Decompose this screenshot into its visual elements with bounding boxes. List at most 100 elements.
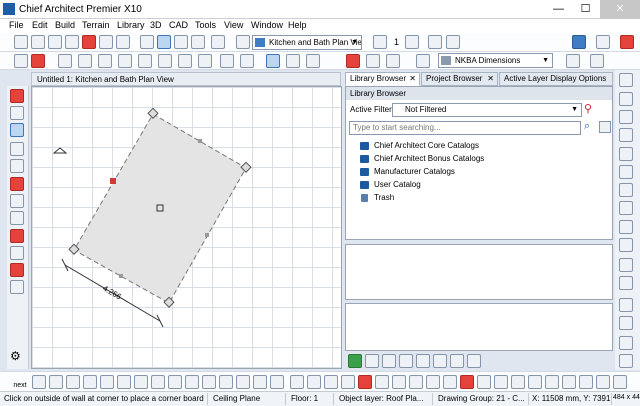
fit-icon[interactable] xyxy=(619,354,633,368)
room-icon[interactable] xyxy=(266,54,280,68)
pan-icon[interactable] xyxy=(619,165,633,179)
tab-library-browser[interactable]: Library Browser ✕ xyxy=(345,72,420,86)
magnify-icon[interactable] xyxy=(619,316,633,330)
list-item[interactable]: Chief Architect Bonus Catalogs xyxy=(360,153,484,166)
door-icon[interactable] xyxy=(78,54,92,68)
minimize-button[interactable]: — xyxy=(545,0,572,19)
text-style-icon[interactable] xyxy=(590,54,604,68)
elevation-icon[interactable] xyxy=(619,183,633,197)
plan-view-icon[interactable] xyxy=(157,35,171,49)
camera-icon[interactable] xyxy=(286,54,300,68)
menu-view[interactable]: View xyxy=(224,20,243,30)
next-button[interactable]: next xyxy=(10,373,30,390)
line-icon[interactable] xyxy=(158,54,172,68)
stretch-icon[interactable] xyxy=(375,375,389,389)
transform-icon[interactable] xyxy=(426,375,440,389)
select-icon[interactable] xyxy=(14,54,28,68)
fixture-tool-icon[interactable] xyxy=(10,229,24,243)
menu-3d[interactable]: 3D xyxy=(150,20,162,30)
undo-icon[interactable] xyxy=(99,35,113,49)
list-item[interactable]: Trash xyxy=(360,192,484,205)
layer-icon[interactable] xyxy=(191,35,205,49)
cabinet-icon[interactable] xyxy=(58,54,72,68)
print-icon[interactable] xyxy=(65,35,79,49)
menu-edit[interactable]: Edit xyxy=(32,20,48,30)
tab-project-browser[interactable]: Project Browser ✕ xyxy=(421,72,498,86)
dimension-tool-icon[interactable] xyxy=(10,142,24,156)
rotate-icon[interactable] xyxy=(270,375,284,389)
pencil-icon[interactable] xyxy=(566,54,580,68)
floor-tool-icon[interactable] xyxy=(10,177,24,191)
view-mode-icon[interactable] xyxy=(450,354,464,368)
library-object-icon[interactable] xyxy=(306,54,320,68)
open-object-icon[interactable] xyxy=(358,375,372,389)
text-icon[interactable] xyxy=(198,54,212,68)
grid-display-icon[interactable] xyxy=(619,258,633,272)
add-to-plan-icon[interactable] xyxy=(365,354,379,368)
lock-icon[interactable] xyxy=(409,375,423,389)
shape-icon[interactable] xyxy=(386,54,400,68)
align-icon[interactable] xyxy=(134,375,148,389)
layer-set-icon[interactable] xyxy=(619,201,633,215)
sun-icon[interactable] xyxy=(477,375,491,389)
cross-section-icon[interactable] xyxy=(619,238,633,252)
extend-icon[interactable] xyxy=(100,375,114,389)
reverse-icon[interactable] xyxy=(392,375,406,389)
display-options-icon[interactable] xyxy=(619,220,633,234)
join-icon[interactable] xyxy=(66,375,80,389)
break-line-icon[interactable] xyxy=(49,375,63,389)
copy-icon[interactable] xyxy=(290,375,304,389)
help-icon[interactable] xyxy=(211,35,225,49)
offset-icon[interactable] xyxy=(236,375,250,389)
open-icon[interactable] xyxy=(48,35,62,49)
tape-measure-icon[interactable] xyxy=(446,35,460,49)
mirror-icon[interactable] xyxy=(253,375,267,389)
room-tool-icon[interactable] xyxy=(10,123,24,137)
delete-tool-icon[interactable] xyxy=(10,246,24,260)
edge-handle-top[interactable] xyxy=(198,139,202,143)
menu-file[interactable]: File xyxy=(9,20,24,30)
plan-view-tab[interactable]: Untitled 1: Kitchen and Bath Plan View xyxy=(31,72,341,86)
terrain-icon[interactable] xyxy=(240,54,254,68)
maximize-button[interactable]: ☐ xyxy=(572,0,599,19)
room-polygon[interactable] xyxy=(73,113,247,304)
stair-tool-icon[interactable] xyxy=(10,211,24,225)
crop-icon[interactable] xyxy=(619,336,633,350)
list-item[interactable]: Manufacturer Catalogs xyxy=(360,166,484,179)
more-icon[interactable] xyxy=(613,375,627,389)
zoom-icon[interactable] xyxy=(619,73,633,87)
replace-icon[interactable] xyxy=(443,375,457,389)
new-layout-icon[interactable] xyxy=(31,35,45,49)
display-icon[interactable] xyxy=(494,375,508,389)
plan-canvas[interactable]: 4.266 xyxy=(31,86,342,369)
menu-tools[interactable]: Tools xyxy=(195,20,216,30)
arrow-move-icon[interactable] xyxy=(168,375,182,389)
edge-handle-bottom[interactable] xyxy=(119,274,123,278)
delete-icon[interactable] xyxy=(83,375,97,389)
menu-build[interactable]: Build xyxy=(55,20,75,30)
wrench-icon[interactable] xyxy=(428,35,442,49)
folder-add-icon[interactable] xyxy=(433,354,447,368)
close-tab-icon[interactable]: ✕ xyxy=(409,73,416,85)
group-icon[interactable] xyxy=(324,375,338,389)
window-icon[interactable] xyxy=(98,54,112,68)
place-object-icon[interactable] xyxy=(416,354,430,368)
fill-all-icon[interactable] xyxy=(619,147,633,161)
library-search-input[interactable]: Type to start searching... xyxy=(349,121,581,135)
layout-icon[interactable] xyxy=(596,35,610,49)
dome-icon[interactable] xyxy=(366,54,380,68)
menu-help[interactable]: Help xyxy=(288,20,307,30)
active-filter-select[interactable]: Not Filtered ▼ xyxy=(392,103,582,117)
make-arc-icon[interactable] xyxy=(562,375,576,389)
reference-display-icon[interactable] xyxy=(174,35,188,49)
scale-icon[interactable] xyxy=(619,276,633,290)
fill-window-icon[interactable] xyxy=(619,128,633,142)
select-objects-icon[interactable] xyxy=(140,35,154,49)
expand-icon[interactable] xyxy=(599,121,611,133)
edit-tool-icon[interactable] xyxy=(32,375,46,389)
gear-icon[interactable]: ⚙ xyxy=(10,349,24,363)
chamfer-icon[interactable] xyxy=(202,375,216,389)
center-icon[interactable] xyxy=(511,375,525,389)
zoom-in-icon[interactable] xyxy=(619,92,633,106)
dimension-icon[interactable] xyxy=(178,54,192,68)
